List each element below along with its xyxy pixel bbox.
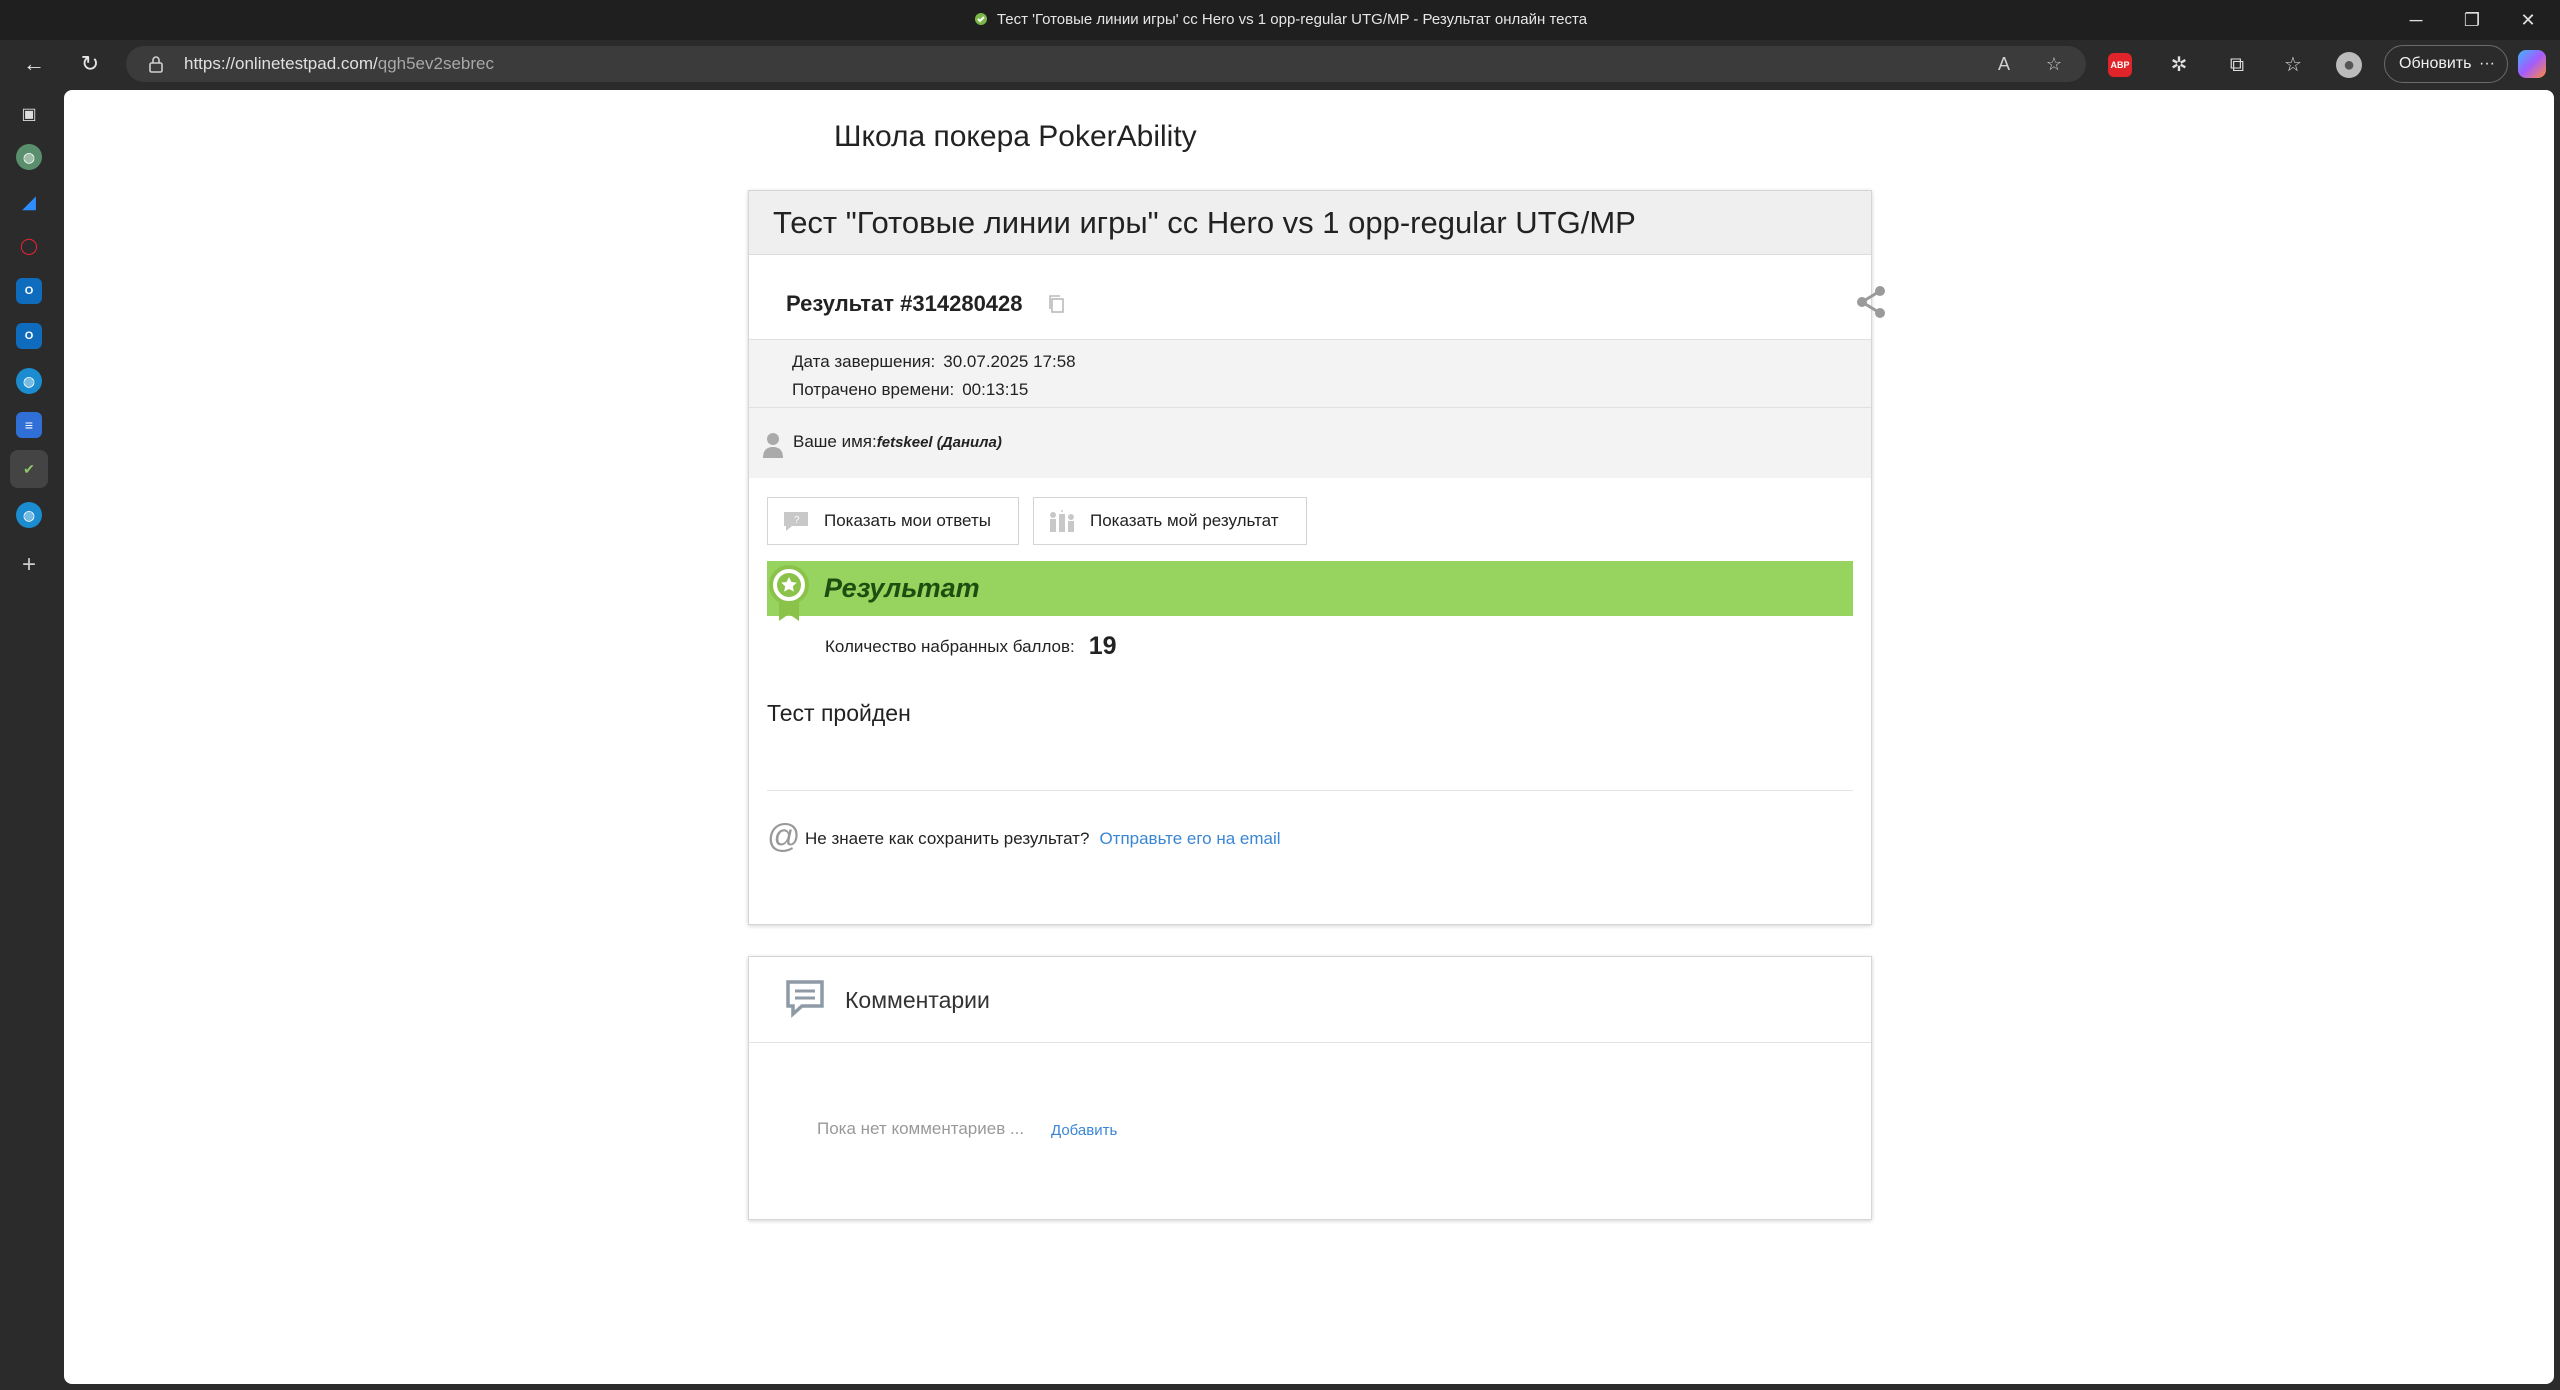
svg-text:?: ? xyxy=(794,515,800,526)
extensions-icon[interactable]: ✲ xyxy=(2166,52,2192,78)
refresh-icon[interactable]: ↻ xyxy=(74,48,106,80)
time-row: Потрачено времени: 00:13:15 xyxy=(792,380,1029,399)
sidebar-globe-icon[interactable]: ◍ xyxy=(16,368,42,394)
close-button[interactable]: ✕ xyxy=(2500,0,2556,40)
show-answers-button[interactable]: ? Показать мои ответы xyxy=(767,497,1019,545)
window-title: Тест 'Готовые линии игры' cc Hero vs 1 o… xyxy=(0,0,2560,40)
result-heading: Результат xyxy=(824,573,980,603)
score-value: 19 xyxy=(1088,632,1117,660)
no-comments-text: Пока нет комментариев ... xyxy=(817,1119,1025,1138)
result-header: Результат #314280428 xyxy=(749,255,1885,340)
comments-header: Комментарии xyxy=(749,957,1871,1043)
people-chart-icon xyxy=(1050,510,1074,532)
sidebar-outlook2-icon[interactable]: O xyxy=(16,323,42,349)
result-banner: Результат xyxy=(767,561,1853,616)
divider xyxy=(767,790,1853,791)
name-value: fetskeel (Данила) xyxy=(876,434,1002,451)
result-meta: Дата завершения: 30.07.2025 17:58 Потраче… xyxy=(749,340,1871,408)
browser-toolbar: ← ↻ https://onlinetestpad.com/qgh5ev2seb… xyxy=(0,40,2560,88)
completion-row: Дата завершения: 30.07.2025 17:58 xyxy=(792,352,1076,371)
result-body: ? Показать мои ответы Показать мой резул… xyxy=(749,478,1871,918)
favorite-star-icon[interactable]: ☆ xyxy=(2042,52,2066,76)
split-screen-icon[interactable]: ⧉ xyxy=(2224,52,2250,78)
page-viewport: Школа покера PokerAbility Тест "Готовые … xyxy=(64,90,2554,1384)
comments-title: Комментарии xyxy=(845,987,990,1013)
read-aloud-icon[interactable]: A xyxy=(1992,52,2016,76)
site-favicon-icon xyxy=(974,13,987,25)
profile-avatar-icon[interactable]: ● xyxy=(2336,52,2362,78)
window-titlebar: Тест 'Готовые линии игры' cc Hero vs 1 o… xyxy=(0,0,2560,40)
comments-card: Комментарии Пока нет комментариев ... До… xyxy=(748,956,1872,1220)
copy-icon[interactable] xyxy=(1047,294,1065,314)
name-row: Ваше имя:fetskeel (Данила) xyxy=(749,408,1871,478)
at-icon: @ xyxy=(767,817,801,854)
result-id: Результат #314280428 xyxy=(786,291,1023,316)
sidebar-globe2-icon[interactable]: ◍ xyxy=(16,502,42,528)
browser-sidebar: ▣ ◍ ◢ ◯ O O ◍ ≡ ✔ ◍ + xyxy=(0,88,64,1390)
test-title: Тест "Готовые линии игры" cc Hero vs 1 o… xyxy=(749,191,1871,255)
sidebar-opera-icon[interactable]: ◯ xyxy=(16,234,42,260)
send-email-link[interactable]: Отправьте его на email xyxy=(1099,829,1280,848)
award-badge-icon xyxy=(769,565,809,621)
name-label: Ваше имя: xyxy=(793,432,877,451)
share-icon[interactable] xyxy=(1855,285,1887,319)
result-card: Тест "Готовые линии игры" cc Hero vs 1 o… xyxy=(748,190,1885,925)
tab-actions-icon[interactable]: ▣ xyxy=(16,102,42,128)
url-text: https://onlinetestpad.com/qgh5ev2sebrec xyxy=(184,54,494,73)
sidebar-outlook-icon[interactable]: O xyxy=(16,278,42,304)
sidebar-onlinetestpad-icon[interactable]: ✔ xyxy=(10,450,48,488)
copilot-icon[interactable] xyxy=(2518,50,2546,78)
more-icon[interactable]: ··· xyxy=(2479,46,2495,82)
maximize-button[interactable]: ❐ xyxy=(2444,0,2500,40)
sidebar-edge-icon[interactable]: ◢ xyxy=(16,189,42,215)
adblock-extension-icon[interactable]: ABP xyxy=(2108,53,2132,77)
question-bubble-icon: ? xyxy=(784,512,808,531)
user-icon xyxy=(763,433,783,458)
score-row: Количество набранных баллов: 19 xyxy=(825,632,1117,660)
comment-icon xyxy=(786,980,824,1018)
test-passed-text: Тест пройден xyxy=(767,700,911,726)
collections-icon[interactable]: ☆ xyxy=(2280,52,2306,78)
sidebar-add-icon[interactable]: + xyxy=(16,552,42,578)
minimize-button[interactable]: ─ xyxy=(2388,0,2444,40)
sidebar-docs-icon[interactable]: ≡ xyxy=(16,412,42,438)
address-bar[interactable]: https://onlinetestpad.com/qgh5ev2sebrec … xyxy=(126,46,2086,82)
show-result-button[interactable]: Показать мой результат xyxy=(1033,497,1307,545)
back-icon[interactable]: ← xyxy=(18,48,50,80)
update-button[interactable]: Обновить ··· xyxy=(2384,45,2508,83)
lock-icon xyxy=(149,56,163,73)
school-name: Школа покера PokerAbility xyxy=(834,120,1197,153)
add-comment-link[interactable]: Добавить xyxy=(1051,1122,1117,1139)
sidebar-site-icon[interactable]: ◍ xyxy=(16,144,42,170)
email-row: @ Не знаете как сохранить результат? Отпра… xyxy=(767,817,1281,854)
